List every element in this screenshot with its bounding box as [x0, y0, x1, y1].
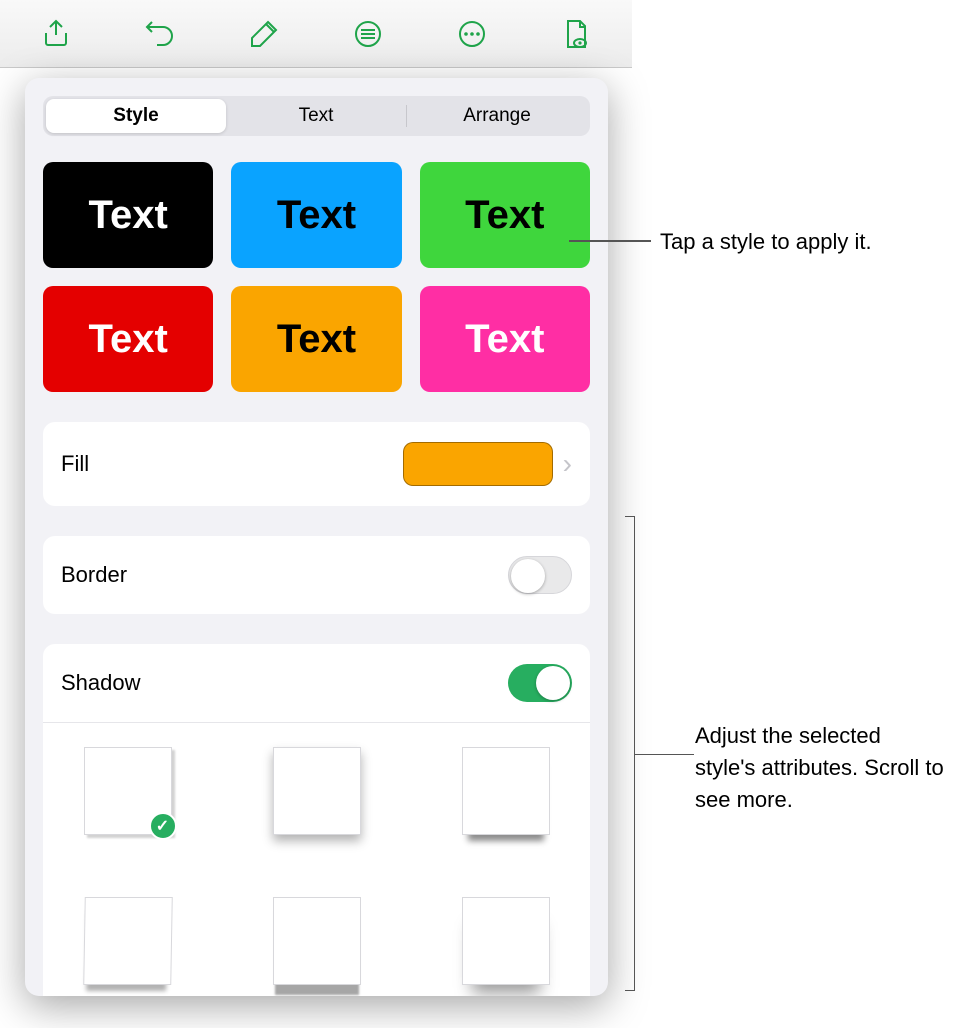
shadow-presets-grid: ✓	[43, 722, 590, 996]
shadow-preset[interactable]	[252, 891, 381, 991]
shadow-preset[interactable]	[252, 741, 381, 841]
shadow-preview	[273, 747, 361, 835]
style-swatch[interactable]: Text	[420, 286, 590, 392]
format-popover: Style Text Arrange Text Text Text Text T…	[25, 78, 608, 996]
border-toggle[interactable]	[508, 556, 572, 594]
tab-label: Style	[113, 105, 158, 127]
border-section: Border	[43, 536, 590, 614]
share-icon[interactable]	[32, 14, 80, 54]
callout-line	[569, 240, 651, 242]
tab-label: Text	[299, 105, 334, 127]
style-swatch[interactable]: Text	[231, 286, 401, 392]
tab-label: Arrange	[463, 105, 531, 127]
chevron-right-icon: ›	[563, 448, 572, 480]
tab-style[interactable]: Style	[46, 99, 226, 133]
border-row: Border	[43, 536, 590, 614]
callout-bottom: Adjust the selected style's attributes. …	[695, 720, 945, 816]
swatch-label: Text	[277, 317, 356, 362]
shadow-section: Shadow ✓	[43, 644, 590, 996]
shadow-preview: ✓	[84, 747, 172, 835]
shadow-preset[interactable]	[441, 741, 570, 841]
style-presets-grid: Text Text Text Text Text Text	[43, 162, 590, 392]
tab-arrange[interactable]: Arrange	[407, 99, 587, 133]
swatch-label: Text	[465, 193, 544, 238]
fill-row[interactable]: Fill ›	[43, 422, 590, 506]
shadow-preset[interactable]: ✓	[63, 741, 192, 841]
callout-text: Tap a style to apply it.	[660, 229, 872, 254]
fill-section: Fill ›	[43, 422, 590, 506]
callout-top: Tap a style to apply it.	[660, 226, 872, 258]
style-swatch[interactable]: Text	[43, 162, 213, 268]
shadow-preset[interactable]	[441, 891, 570, 991]
tab-text[interactable]: Text	[226, 99, 406, 133]
swatch-label: Text	[465, 317, 544, 362]
shadow-row: Shadow	[43, 644, 590, 722]
toolbar	[0, 0, 632, 68]
fill-color-chip[interactable]	[403, 442, 553, 486]
format-icon[interactable]	[240, 14, 288, 54]
shadow-preview	[273, 897, 361, 985]
shadow-toggle[interactable]	[508, 664, 572, 702]
callout-text: Adjust the selected style's attributes. …	[695, 723, 944, 812]
swatch-label: Text	[89, 193, 168, 238]
swatch-label: Text	[89, 317, 168, 362]
shadow-preview	[83, 897, 173, 985]
style-swatch[interactable]: Text	[231, 162, 401, 268]
insert-icon[interactable]	[344, 14, 392, 54]
shadow-preview	[462, 747, 550, 835]
shadow-preview	[462, 897, 550, 985]
undo-icon[interactable]	[136, 14, 184, 54]
check-icon: ✓	[149, 812, 177, 840]
border-label: Border	[61, 562, 508, 588]
document-icon[interactable]	[552, 14, 600, 54]
shadow-label: Shadow	[61, 670, 508, 696]
fill-label: Fill	[61, 451, 403, 477]
style-swatch[interactable]: Text	[420, 162, 590, 268]
callout-bracket	[625, 516, 635, 991]
more-icon[interactable]	[448, 14, 496, 54]
shadow-preset[interactable]	[63, 891, 192, 991]
swatch-label: Text	[277, 193, 356, 238]
style-swatch[interactable]: Text	[43, 286, 213, 392]
segmented-control: Style Text Arrange	[43, 96, 590, 136]
